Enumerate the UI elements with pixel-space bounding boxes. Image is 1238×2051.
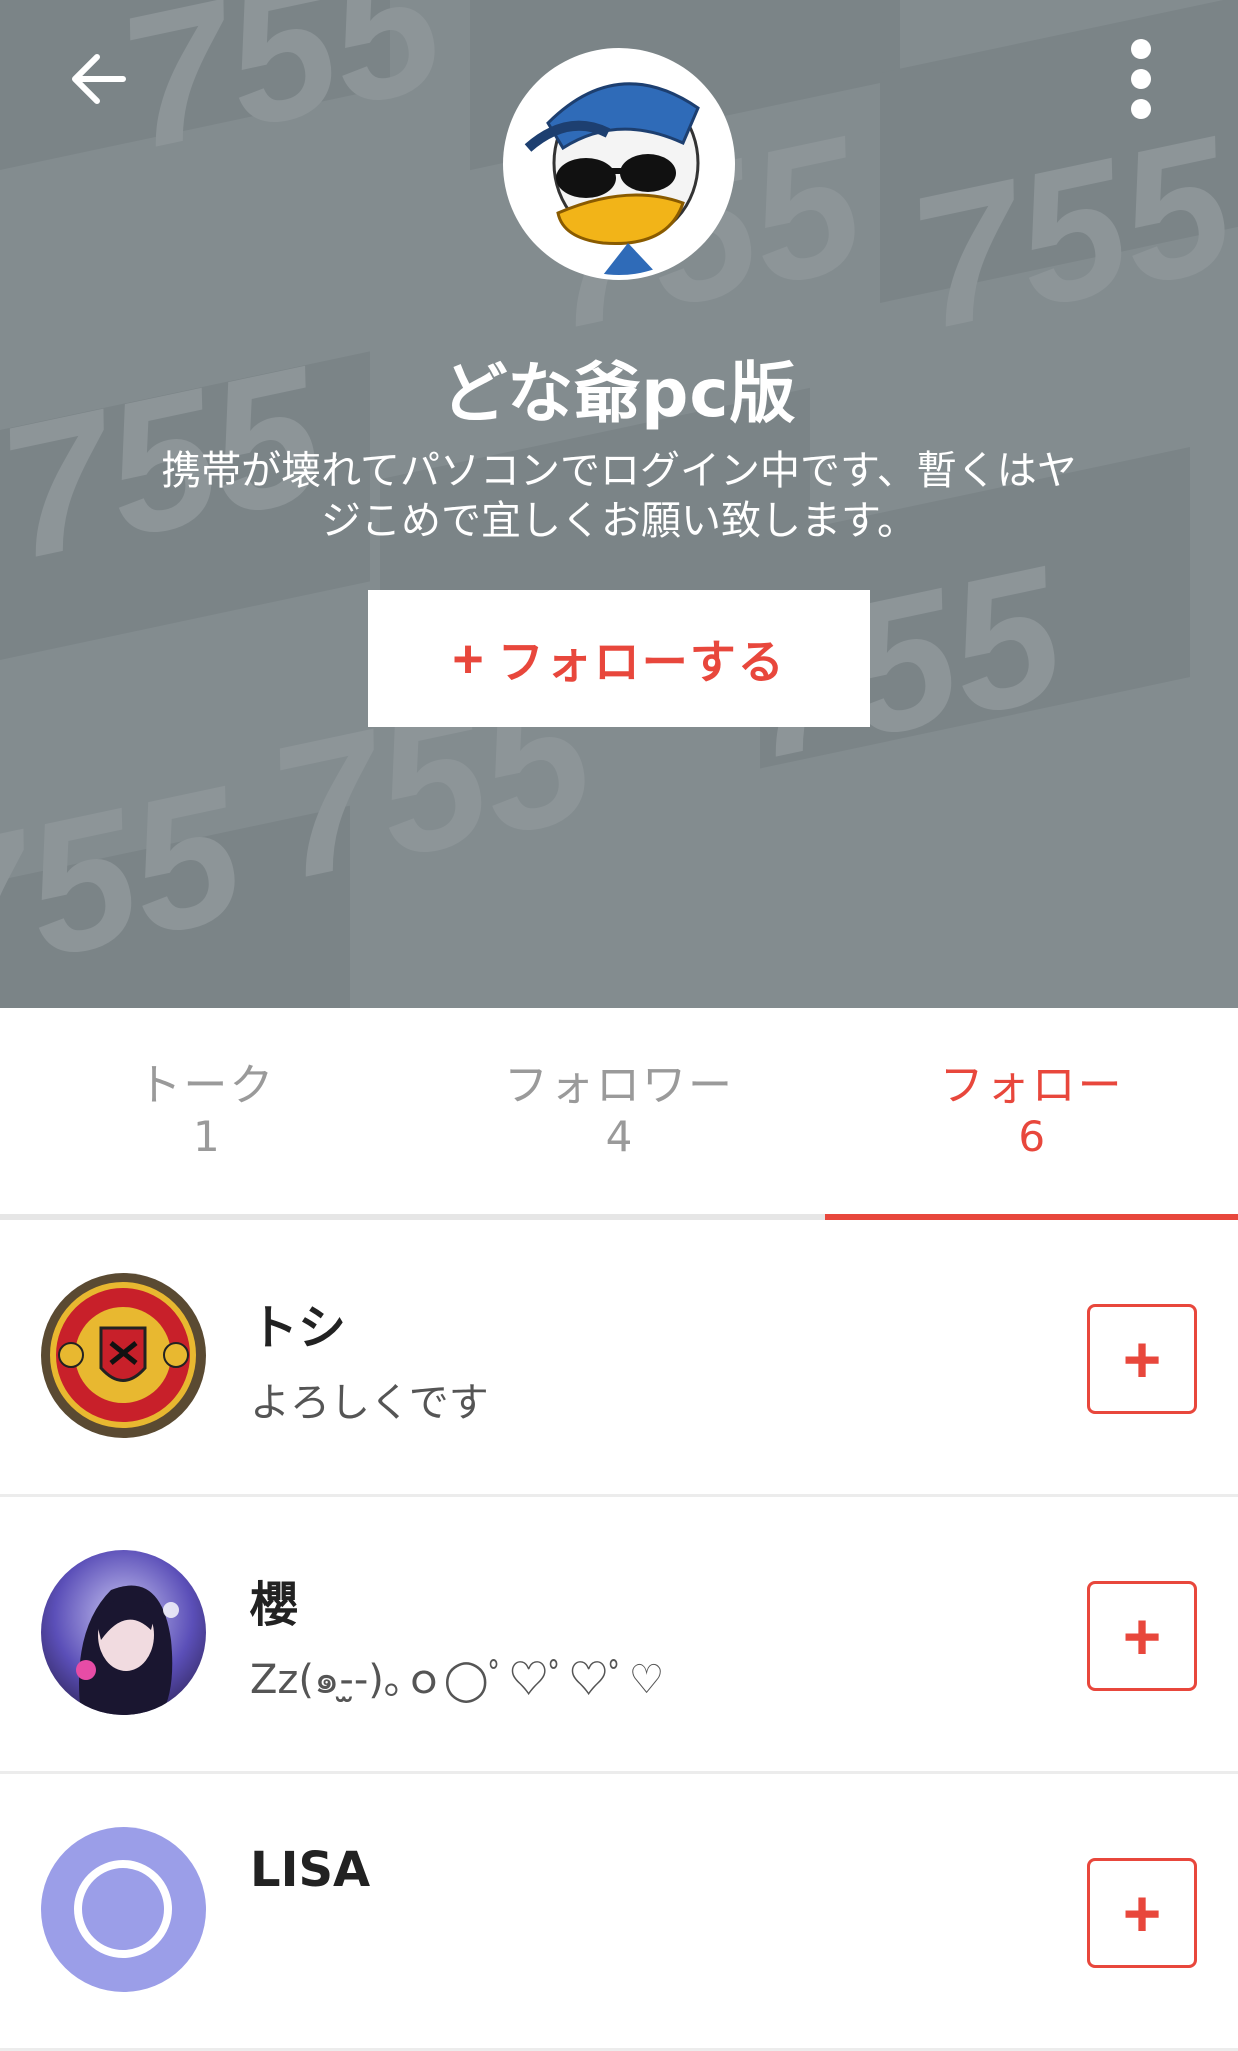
user-avatar[interactable]: [41, 1273, 206, 1438]
more-vertical-icon: [1131, 39, 1151, 119]
manchester-united-crest-icon: [41, 1273, 206, 1438]
follow-user-button[interactable]: +: [1087, 1858, 1197, 1968]
default-user-avatar-icon: [41, 1827, 206, 1992]
profile-bio: 携帯が壊れてパソコンでログイン中です、暫くはヤジこめで宜しくお願い致します。: [161, 448, 1077, 544]
user-name: LISA: [250, 1842, 371, 1898]
tab-followers[interactable]: フォロワー 4: [413, 1008, 826, 1214]
user-avatar[interactable]: [41, 1827, 206, 1992]
profile-tabs: トーク 1 フォロワー 4 フォロー 6: [0, 1008, 1238, 1220]
tab-following-count: 6: [1018, 1112, 1046, 1161]
profile-name: どな爺pc版: [441, 355, 797, 432]
follow-user-button[interactable]: +: [1087, 1581, 1197, 1691]
anime-girl-avatar-icon: [41, 1550, 206, 1715]
user-message: よろしくです: [250, 1380, 489, 1426]
tab-following-label: フォロー: [939, 1060, 1124, 1111]
user-name: 櫻: [250, 1577, 299, 1633]
list-item[interactable]: 櫻 Zz(๑-̫̫-)｡ｏ◯ﾟ♡ﾟ♡ﾟ♡ +: [0, 1497, 1238, 1774]
list-item[interactable]: トシ よろしくです +: [0, 1220, 1238, 1497]
follow-button-label: フォローする: [497, 635, 786, 688]
profile-header: 755 755 755 755 755 755 755: [0, 0, 1238, 1008]
follow-user-button[interactable]: +: [1087, 1304, 1197, 1414]
tab-following[interactable]: フォロー 6: [825, 1008, 1238, 1220]
tab-talk-count: 1: [192, 1112, 220, 1161]
tab-followers-count: 4: [605, 1112, 633, 1161]
following-list: トシ よろしくです + 櫻 Zz(๑-̫̫-)｡ｏ◯ﾟ♡ﾟ♡ﾟ♡ + LISA …: [0, 1220, 1238, 2051]
list-item[interactable]: LISA +: [0, 1774, 1238, 2051]
tab-talk[interactable]: トーク 1: [0, 1008, 413, 1214]
user-message: Zz(๑-̫̫-)｡ｏ◯ﾟ♡ﾟ♡ﾟ♡: [250, 1657, 665, 1703]
arrow-left-icon: [72, 54, 126, 104]
follow-button[interactable]: + フォローする: [368, 590, 870, 727]
back-button[interactable]: [62, 44, 132, 114]
user-avatar[interactable]: [41, 1550, 206, 1715]
duck-sunglasses-avatar-icon: [508, 53, 730, 275]
more-menu-button[interactable]: [1110, 36, 1172, 122]
user-name: トシ: [250, 1300, 347, 1356]
profile-avatar[interactable]: [508, 53, 730, 275]
svg-text:755: 755: [104, 0, 460, 190]
tab-talk-label: トーク: [137, 1060, 276, 1111]
plus-icon: +: [452, 628, 484, 689]
tab-followers-label: フォロワー: [504, 1060, 734, 1111]
